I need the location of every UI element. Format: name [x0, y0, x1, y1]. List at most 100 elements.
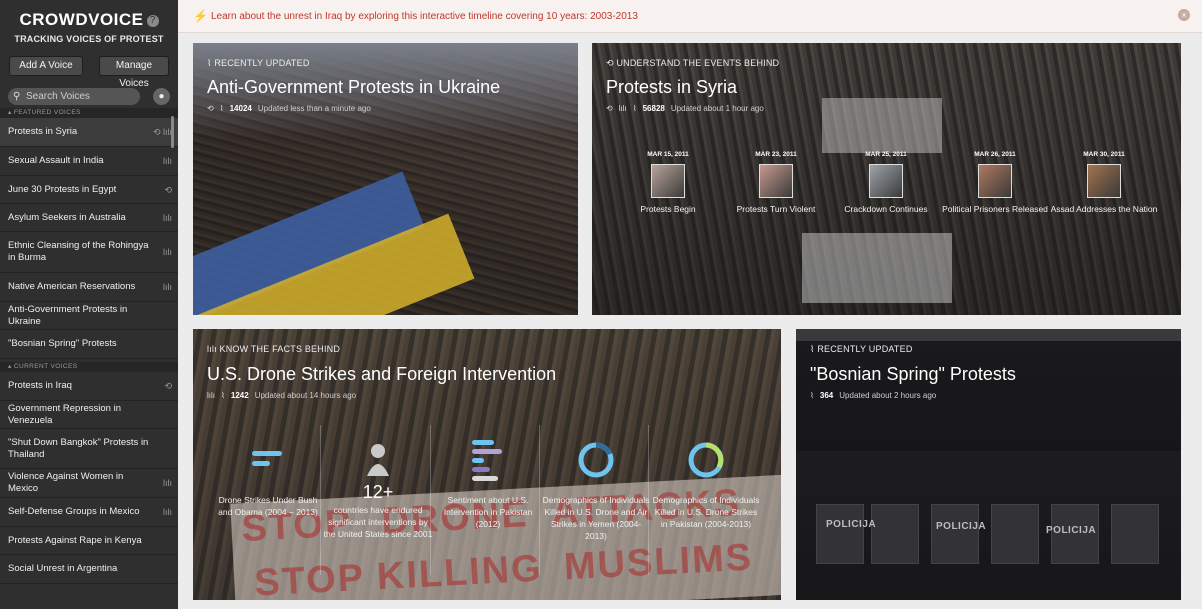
voice-label: Anti-Government Protests in Ukraine	[8, 303, 128, 327]
timeline-event[interactable]: MAR 15, 2011 Protests Begin	[613, 151, 723, 215]
event-thumbnail	[1087, 164, 1121, 198]
sidebar-voice-item[interactable]: Government Repression in Venezuela	[0, 401, 178, 429]
voice-card-ukraine[interactable]: ⌇ RECENTLY UPDATED Anti-Government Prote…	[193, 43, 578, 315]
fact-text: Sentiment about U.S. Intervention in Pak…	[443, 495, 533, 529]
timeline-event[interactable]: MAR 25, 2011 Crackdown Continues	[831, 151, 941, 215]
sidebar-voice-item[interactable]: "Shut Down Bangkok" Protests in Thailand	[0, 429, 178, 469]
fact-big-number: 12+	[362, 482, 394, 502]
voice-label: Protests in Syria	[8, 126, 78, 137]
post-count: 1242	[230, 391, 249, 400]
sidebar-voice-item[interactable]: Asylum Seekers in Australia lılı	[0, 204, 178, 232]
card-label: lılı KNOW THE FACTS BEHIND	[207, 344, 340, 354]
voice-type-icon: lılı	[163, 156, 172, 166]
activity-icon: ⌇	[810, 391, 814, 400]
riot-shield	[991, 504, 1039, 564]
card-title[interactable]: Anti-Government Protests in Ukraine	[207, 77, 500, 98]
chart-icon: lılı	[618, 104, 627, 113]
sidebar-voice-item[interactable]: Anti-Government Protests in Ukraine	[0, 302, 178, 330]
shield-lettering: POLICIJA	[1046, 525, 1097, 536]
timeline-event[interactable]: MAR 26, 2011 Political Prisoners Released	[940, 151, 1050, 215]
activity-icon: ⌇	[221, 391, 225, 400]
featured-voices-heading: ▴ FEATURED VOICES	[0, 108, 178, 118]
help-icon[interactable]: ?	[146, 15, 159, 27]
location-pin-icon[interactable]: ●	[153, 88, 170, 105]
close-icon[interactable]: ×	[1178, 9, 1190, 21]
sidebar-voice-item[interactable]: Violence Against Women in Mexico lılı	[0, 469, 178, 498]
event-thumbnail	[759, 164, 793, 198]
current-voices-list: Protests in Iraq ⟲ Government Repression i…	[0, 372, 178, 584]
sidebar-voice-item[interactable]: Protests in Syria ⟲ lılı	[0, 118, 178, 147]
voice-label: Government Repression in Venezuela	[8, 402, 121, 426]
voice-label: Protests in Iraq	[8, 380, 72, 391]
fact-pakistan[interactable]: Demographics of Individuals Killed in U.…	[651, 437, 761, 530]
card-meta: ⌇ 364 Updated about 2 hours ago	[810, 391, 936, 400]
voice-card-syria[interactable]: ⟲ UNDERSTAND THE EVENTS BEHIND Protests …	[592, 43, 1181, 315]
protest-banner	[822, 98, 942, 153]
voice-type-icon: lılı	[163, 212, 172, 223]
sidebar-voice-item[interactable]: Native American Reservations lılı	[0, 273, 178, 302]
search-placeholder: Search Voices	[26, 91, 90, 102]
shield-lettering: POLICIJA	[936, 521, 987, 532]
top-ribbon	[796, 329, 1181, 341]
sidebar-voice-item[interactable]: Protests in Iraq ⟲	[0, 372, 178, 401]
card-label: ⟲ UNDERSTAND THE EVENTS BEHIND	[606, 58, 779, 69]
voice-type-icon: ⟲	[164, 381, 172, 391]
search-icon: ⚲	[13, 91, 21, 102]
voice-label: Self-Defense Groups in Mexico	[8, 506, 140, 517]
card-meta: ⟲ ⌇ 14024 Updated less than a minute ago	[207, 104, 371, 113]
event-thumbnail	[978, 164, 1012, 198]
current-voices-heading: ▴ CURRENT VOICES	[0, 362, 178, 372]
stacked-bars-icon	[433, 437, 543, 482]
card-label-text: RECENTLY UPDATED	[214, 58, 310, 68]
card-label-text: RECENTLY UPDATED	[817, 344, 913, 354]
clock-icon: ⟲	[606, 58, 614, 68]
chart-icon: lılı	[207, 391, 215, 400]
fact-sentiment[interactable]: Sentiment about U.S. Intervention in Pak…	[433, 437, 543, 530]
voice-label: "Bosnian Spring" Protests	[8, 338, 117, 349]
event-caption: Protests Begin	[640, 204, 696, 214]
voice-label: "Shut Down Bangkok" Protests in Thailand	[8, 436, 149, 460]
sidebar-voice-item[interactable]: Self-Defense Groups in Mexico lılı	[0, 498, 178, 527]
card-title[interactable]: "Bosnian Spring" Protests	[810, 364, 1016, 385]
fact-yemen[interactable]: Demographics of Individuals Killed in U.…	[541, 437, 651, 542]
event-thumbnail	[869, 164, 903, 198]
donut-chart-icon	[651, 437, 761, 482]
card-label-text: UNDERSTAND THE EVENTS BEHIND	[616, 58, 780, 68]
manage-voices-button[interactable]: Manage Voices	[99, 56, 169, 89]
card-title[interactable]: Protests in Syria	[606, 77, 737, 98]
event-date: MAR 26, 2011	[974, 151, 1016, 158]
timeline-event[interactable]: MAR 30, 2011 Assad Addresses the Nation	[1049, 151, 1159, 215]
fact-countries[interactable]: 12+ countries have endured significant i…	[323, 437, 433, 540]
voice-card-bosnia[interactable]: POLICIJA POLICIJA POLICIJA ⌇ RECENTLY UP…	[796, 329, 1181, 600]
sidebar-scrollbar[interactable]	[171, 116, 174, 148]
event-caption: Political Prisoners Released	[942, 204, 1048, 214]
post-count: 56828	[642, 104, 665, 113]
fact-drone-strikes[interactable]: Drone Strikes Under Bush and Obama (2004…	[213, 437, 323, 518]
timeline-event[interactable]: MAR 23, 2011 Protests Turn Violent	[721, 151, 831, 215]
event-caption: Crackdown Continues	[844, 204, 928, 214]
logo-title[interactable]: CROWDVOICE	[20, 10, 144, 29]
sidebar-voice-item[interactable]: June 30 Protests in Egypt ⟲	[0, 176, 178, 204]
voice-type-icon: lılı	[163, 247, 172, 257]
voice-type-icon: lılı	[163, 478, 172, 488]
voice-label: June 30 Protests in Egypt	[8, 183, 117, 195]
notification-link[interactable]: Learn about the unrest in Iraq by explor…	[211, 11, 638, 22]
post-count: 364	[819, 391, 834, 400]
sidebar-voice-item[interactable]: Sexual Assault in India lılı	[0, 147, 178, 176]
sidebar-voice-item[interactable]: Social Unrest in Argentina	[0, 555, 178, 584]
person-icon	[323, 437, 433, 482]
card-meta: ⟲ lılı ⌇ 56828 Updated about 1 hour ago	[606, 104, 764, 113]
card-title[interactable]: U.S. Drone Strikes and Foreign Intervent…	[207, 364, 556, 385]
voice-card-drones[interactable]: STOP DRONE ATTACKS STOP KILLING MUSLIMS …	[193, 329, 781, 600]
post-count: 14024	[229, 104, 252, 113]
sidebar-voice-item[interactable]: "Bosnian Spring" Protests	[0, 330, 178, 359]
logo[interactable]: CROWDVOICE? TRACKING VOICES OF PROTEST	[0, 0, 178, 44]
sidebar-voice-item[interactable]: Ethnic Cleansing of the Rohingya in Burm…	[0, 232, 178, 273]
sidebar-voice-item[interactable]: Protests Against Rape in Kenya	[0, 527, 178, 555]
facts-row: Drone Strikes Under Bush and Obama (2004…	[193, 437, 781, 587]
add-voice-button[interactable]: Add A Voice	[9, 56, 83, 76]
shield-lettering: POLICIJA	[826, 519, 877, 530]
search-input[interactable]: ⚲ Search Voices	[8, 88, 140, 105]
event-date: MAR 15, 2011	[647, 151, 689, 158]
syria-timeline: MAR 15, 2011 Protests Begin MAR 23, 2011 Pr…	[592, 151, 1181, 241]
